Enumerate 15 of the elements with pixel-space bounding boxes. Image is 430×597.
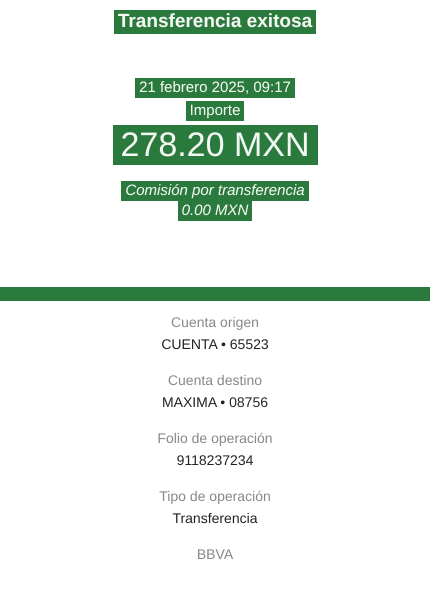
amount-label: Importe	[186, 101, 244, 121]
detail-value: MAXIMA • 08756	[162, 393, 268, 411]
detail-label: Folio de operación	[157, 429, 273, 447]
detail-label: BBVA	[196, 545, 234, 563]
detail-label: Tipo de operación	[159, 487, 271, 505]
detail-label: Cuenta origen	[171, 313, 259, 331]
detail-value: 9118237234	[176, 451, 254, 469]
detail-value: Transferencia	[172, 509, 258, 527]
detail-value: CUENTA • 65523	[161, 335, 269, 353]
fee-value: 0.00 MXN	[178, 201, 252, 221]
fee-label: Comisión por transferencia	[121, 181, 309, 201]
detail-label: Cuenta destino	[168, 371, 262, 389]
transfer-date: 21 febrero 2025, 09:17	[135, 78, 295, 98]
success-title: Transferencia exitosa	[114, 10, 316, 34]
amount-value: 278.20 MXN	[112, 125, 318, 165]
